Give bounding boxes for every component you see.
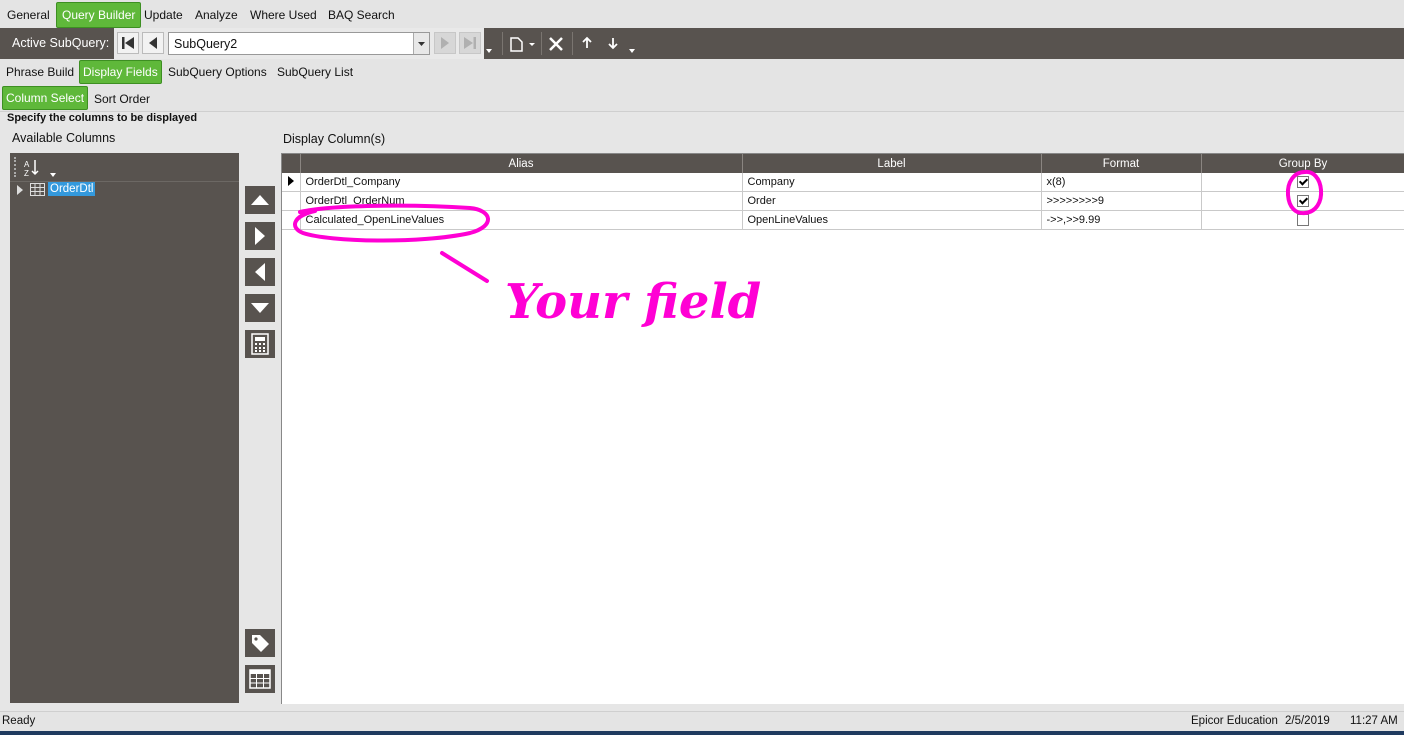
tab-query-builder[interactable]: Query Builder — [56, 2, 142, 28]
status-text: Ready — [2, 715, 36, 727]
toolbar-divider — [541, 32, 542, 55]
first-record-button[interactable] — [117, 32, 139, 54]
delete-icon[interactable] — [547, 35, 565, 53]
tab-column-select[interactable]: Column Select — [2, 86, 89, 110]
svg-text:A: A — [24, 160, 30, 169]
previous-icon — [149, 37, 157, 49]
grip-handle — [14, 157, 18, 177]
format-cell[interactable]: ->>,>>9.99 — [1041, 210, 1202, 230]
alias-cell[interactable]: OrderDtl_OrderNum — [300, 191, 743, 211]
group-by-cell[interactable] — [1201, 210, 1404, 230]
tab-update[interactable]: Update — [139, 5, 188, 25]
row-selector[interactable] — [282, 191, 301, 211]
top-tab-bar: General Query Builder Update Analyze Whe… — [0, 0, 1404, 29]
grid-view-button[interactable] — [245, 665, 275, 693]
alias-cell[interactable]: Calculated_OpenLineValues — [300, 210, 743, 230]
move-down-button[interactable] — [245, 294, 275, 322]
available-columns-tree[interactable]: A Z OrderDtl — [10, 153, 239, 703]
taskbar-edge — [0, 731, 1404, 735]
label-cell[interactable]: Company — [742, 173, 1042, 192]
status-time: 11:27 AM — [1350, 715, 1398, 727]
column-header-alias[interactable]: Alias — [300, 154, 743, 173]
move-down-icon[interactable] — [606, 36, 620, 50]
format-cell[interactable]: x(8) — [1041, 173, 1202, 192]
subquery-select-value: SubQuery2 — [174, 37, 238, 51]
table-row[interactable]: OrderDtl_OrderNum Order >>>>>>>>9 — [282, 191, 1404, 211]
available-columns-title: Available Columns — [12, 131, 116, 145]
tree-toolbar: A Z — [10, 153, 239, 182]
row-selector[interactable] — [282, 210, 301, 230]
move-up-icon[interactable] — [580, 36, 594, 50]
tab-subquery-list[interactable]: SubQuery List — [277, 65, 353, 79]
column-action-strip — [241, 153, 278, 703]
display-columns-title: Display Column(s) — [283, 132, 386, 146]
add-column-button[interactable] — [245, 222, 275, 250]
svg-text:Z: Z — [24, 169, 29, 178]
table-row[interactable]: OrderDtl_Company Company x(8) — [282, 173, 1404, 192]
column-header-label[interactable]: Label — [742, 154, 1042, 173]
format-cell[interactable]: >>>>>>>>9 — [1041, 191, 1202, 211]
triangle-right-icon — [255, 227, 265, 245]
label-cell[interactable]: Order — [742, 191, 1042, 211]
status-company: Epicor Education — [1191, 715, 1278, 727]
next-record-button[interactable] — [434, 32, 456, 54]
triangle-down-icon — [251, 303, 269, 313]
skip-first-icon — [122, 37, 134, 49]
active-subquery-label: Active SubQuery: — [12, 36, 110, 50]
current-row-arrow-icon — [287, 175, 294, 186]
table-icon — [30, 183, 45, 196]
tag-icon — [252, 635, 269, 652]
tab-phrase-build[interactable]: Phrase Build — [6, 65, 74, 79]
tag-button[interactable] — [245, 629, 275, 657]
column-header-group-by[interactable]: Group By — [1201, 154, 1404, 173]
subquery-select[interactable]: SubQuery2 — [168, 32, 430, 55]
group-by-checkbox[interactable] — [1297, 214, 1309, 227]
toolbar-divider — [502, 32, 503, 55]
toolbar-divider — [572, 32, 573, 55]
tab-display-fields[interactable]: Display Fields — [79, 60, 162, 84]
move-up-button[interactable] — [245, 186, 275, 214]
tab-sort-order[interactable]: Sort Order — [94, 92, 150, 106]
alias-cell[interactable]: OrderDtl_Company — [300, 173, 743, 192]
grid-header-row: Alias Label Format Group By — [282, 154, 1404, 173]
group-by-checkbox[interactable] — [1297, 176, 1309, 189]
triangle-up-icon — [251, 195, 269, 205]
status-date: 2/5/2019 — [1285, 715, 1330, 727]
table-row[interactable]: Calculated_OpenLineValues OpenLineValues… — [282, 210, 1404, 230]
calculator-icon — [251, 333, 269, 355]
subquery-toolbar: Active SubQuery: SubQuery2 — [0, 28, 1404, 59]
column-tab-bar: Column Select Sort Order — [0, 85, 1404, 112]
group-by-checkbox[interactable] — [1297, 195, 1309, 208]
status-bar: Ready Epicor Education 2/5/2019 11:27 AM — [0, 711, 1404, 732]
sort-icon[interactable]: A Z — [23, 158, 57, 178]
grid-icon — [249, 669, 271, 689]
remove-column-button[interactable] — [245, 258, 275, 286]
new-document-icon[interactable] — [509, 35, 537, 53]
column-header-format[interactable]: Format — [1041, 154, 1202, 173]
tab-where-used[interactable]: Where Used — [245, 5, 322, 25]
overflow-dropdown-icon[interactable] — [486, 48, 494, 54]
previous-record-button[interactable] — [142, 32, 164, 54]
row-selector[interactable] — [282, 173, 301, 192]
skip-last-icon — [464, 37, 476, 49]
row-selector-header — [282, 154, 301, 173]
expand-arrow-icon[interactable] — [16, 185, 24, 195]
tab-analyze[interactable]: Analyze — [190, 5, 243, 25]
label-cell[interactable]: OpenLineValues — [742, 210, 1042, 230]
group-by-cell[interactable] — [1201, 173, 1404, 192]
subtab-bar: Phrase Build Display Fields SubQuery Opt… — [0, 59, 1404, 86]
tab-subquery-options[interactable]: SubQuery Options — [168, 65, 267, 79]
next-icon — [441, 37, 449, 49]
display-columns-grid[interactable]: Alias Label Format Group By OrderDtl_Com… — [281, 153, 1404, 704]
tree-node-label[interactable]: OrderDtl — [48, 182, 96, 196]
group-by-cell[interactable] — [1201, 191, 1404, 211]
tab-general[interactable]: General — [2, 5, 55, 25]
chevron-down-icon[interactable] — [413, 33, 429, 54]
calculated-field-button[interactable] — [245, 330, 275, 358]
tab-baq-search[interactable]: BAQ Search — [323, 5, 400, 25]
overflow-dropdown-icon[interactable] — [629, 48, 637, 54]
last-record-button[interactable] — [459, 32, 481, 54]
triangle-left-icon — [255, 263, 265, 281]
instruction-text: Specify the columns to be displayed — [7, 112, 198, 124]
